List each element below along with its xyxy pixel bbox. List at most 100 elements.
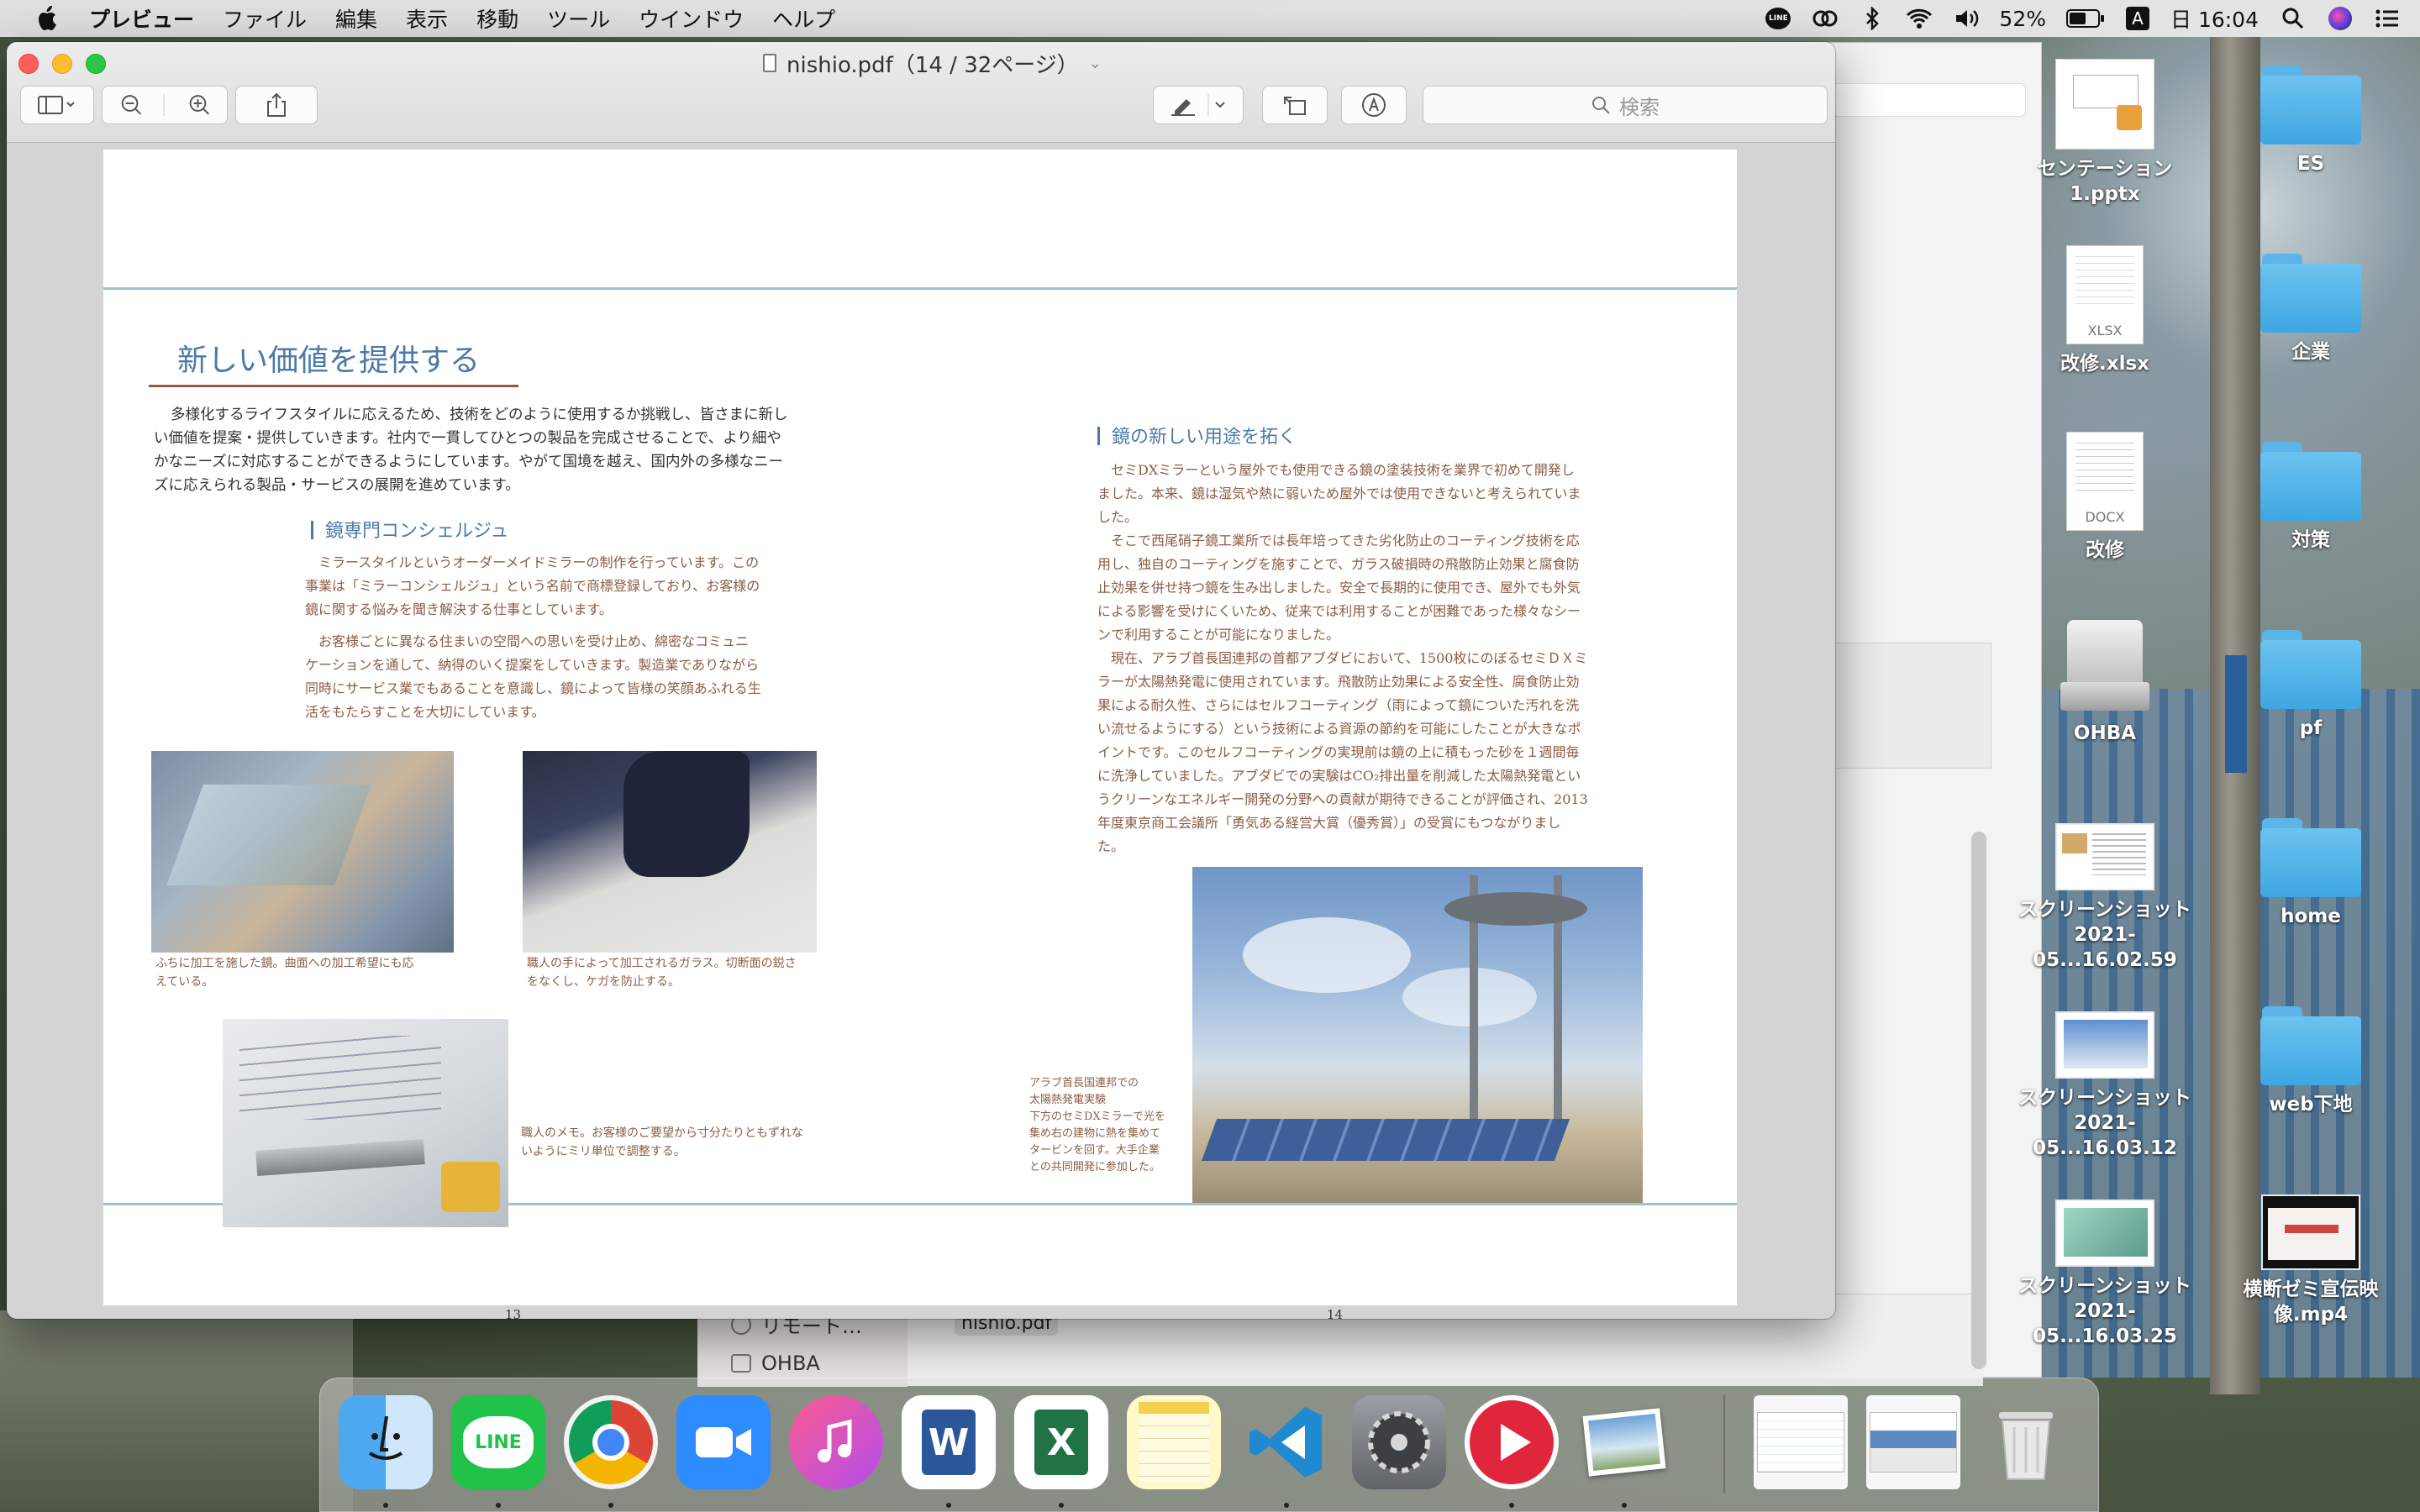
menu-file[interactable]: ファイル [223, 3, 307, 34]
sidebar-item-ohba[interactable]: OHBA [731, 1352, 820, 1375]
text-line: ケーションを通して、納得のいく提案をしていきます。製造業でありながら [305, 657, 760, 673]
rotate-button[interactable] [1262, 86, 1328, 124]
notes-icon[interactable] [1127, 1395, 1221, 1489]
desktop-folder-pf[interactable]: pf [2223, 630, 2399, 741]
desktop-folder-label: 企業 [2291, 341, 2330, 363]
spotlight-search-icon[interactable] [2279, 6, 2307, 31]
markup-pen-icon [1362, 93, 1386, 117]
dock: LINE W X [319, 1378, 2099, 1512]
zoom-window-button[interactable] [86, 54, 106, 74]
folder-icon [2260, 66, 2361, 144]
finder-icon[interactable] [339, 1395, 433, 1489]
share-button[interactable] [235, 86, 318, 124]
desktop-folder-kigyo[interactable]: 企業 [2223, 254, 2399, 365]
xlsx-document-icon: XLSX [2066, 245, 2144, 344]
menu-tools[interactable]: ツール [547, 3, 610, 34]
markup-highlight-button[interactable] [1153, 86, 1244, 124]
text-line: 年度東京商工会議所「勇気ある経営大賞（優秀賞）」の受賞にもつながりまし [1097, 815, 1561, 831]
text-line: ミラースタイルというオーダーメイドミラーの制作を行っています。この [318, 554, 760, 570]
markup-toolbar-button[interactable] [1341, 86, 1407, 124]
minimize-window-button[interactable] [52, 54, 72, 74]
text-line: 活をもたらすことを大切にしています。 [305, 704, 545, 720]
screenshot-thumbnail-icon [2055, 823, 2154, 890]
desktop-screenshot-3[interactable]: スクリーンショット 2021-05...16.03.25 [2017, 1200, 2193, 1349]
battery-percent[interactable]: 52% [1999, 7, 2046, 31]
preview-window[interactable]: nishio.pdf（14 / 32ページ） ⌄ 検索 新しい価値を提供する 多… [7, 42, 1835, 1319]
folder-icon [2260, 630, 2361, 709]
finder-window-icon[interactable] [1754, 1395, 1848, 1489]
new-uses-paragraph-2: そこで西尾硝子鏡工業所では長年培ってきた劣化防止のコーティング技術を応 用し、独… [1097, 529, 1652, 647]
trash-icon[interactable] [1979, 1395, 2073, 1489]
text-line: 止効果を併せ持つ鏡を生み出しました。安全で長期的に使用でき、屋外でも外気 [1097, 580, 1581, 596]
menu-go[interactable]: 移動 [476, 3, 518, 34]
desktop-file-label: 横断ゼミ宣伝映 像.mp4 [2243, 1278, 2379, 1326]
desktop-folder-home[interactable]: home [2223, 818, 2399, 929]
system-preferences-icon[interactable] [1352, 1395, 1446, 1489]
screen-recorder-icon[interactable] [1465, 1395, 1559, 1489]
menu-app-name[interactable]: プレビュー [89, 3, 194, 34]
input-source-icon[interactable]: A [2123, 6, 2152, 31]
pdf-page-spread[interactable]: 新しい価値を提供する 多様化するライフスタイルに応えるため、技術をどのように使用… [103, 150, 1737, 1319]
desktop-folder-taisaku[interactable]: 対策 [2223, 442, 2399, 553]
finder-scrollbar[interactable] [1971, 832, 1986, 1369]
line-status-icon[interactable]: LINE [1764, 6, 1792, 31]
apple-menu-icon[interactable] [35, 5, 60, 32]
menu-view[interactable]: 表示 [406, 3, 448, 34]
zoom-in-icon[interactable] [165, 92, 227, 118]
menu-edit[interactable]: 編集 [335, 3, 377, 34]
creative-cloud-icon[interactable] [1811, 6, 1839, 31]
menu-window[interactable]: ウインドウ [639, 3, 744, 34]
vscode-icon[interactable] [1239, 1395, 1334, 1489]
share-icon [267, 92, 286, 117]
zoom-out-icon[interactable] [103, 92, 165, 118]
folder-icon [2260, 442, 2361, 521]
preview-icon[interactable] [1577, 1395, 1671, 1489]
menu-help[interactable]: ヘルプ [772, 3, 835, 34]
notification-center-icon[interactable] [2373, 6, 2402, 31]
line-icon[interactable]: LINE [451, 1395, 545, 1489]
craftsman-memo-photo [223, 1019, 508, 1227]
desktop-file-mp4[interactable]: 横断ゼミ宣伝映 像.mp4 [2223, 1194, 2399, 1327]
wifi-icon[interactable] [1905, 6, 1933, 31]
text-line: い流せるようにする）という技術による資源の節約を可能にしたことが大きなポ [1097, 721, 1581, 737]
desktop-folder-web[interactable]: web下地 [2223, 1006, 2399, 1117]
screen-capture-icon[interactable] [1866, 1395, 1960, 1489]
word-icon[interactable]: W [902, 1395, 996, 1489]
text-line: 集め右の建物に熱を集めて [1029, 1127, 1161, 1140]
chevron-down-icon[interactable]: ⌄ [1089, 55, 1102, 72]
window-title[interactable]: nishio.pdf（14 / 32ページ） ⌄ [763, 49, 1102, 78]
music-icon[interactable] [789, 1395, 883, 1489]
sidebar-toggle-button[interactable] [20, 86, 94, 124]
text-line: 太陽熱発電実験 [1029, 1094, 1107, 1106]
desktop-file-label: センテーション 1.pptx [2037, 158, 2173, 205]
excel-icon[interactable]: X [1014, 1395, 1108, 1489]
screenshot-thumbnail-icon [2055, 1200, 2154, 1267]
zoom-icon[interactable] [676, 1395, 771, 1489]
battery-icon[interactable] [2066, 6, 2105, 31]
folder-icon [2260, 254, 2361, 333]
intro-paragraph: 多様化するライフスタイルに応えるため、技術をどのように使用するか挑戦し、皆さまに… [154, 403, 843, 497]
desktop-file-pptx[interactable]: センテーション 1.pptx [2017, 59, 2193, 207]
background-window-small[interactable] [1823, 643, 1991, 769]
mirror-edge-photo [151, 751, 454, 953]
caption-mirror-edge: ふちに加工を施した鏡。曲面への加工希望にも応 えている。 [155, 954, 458, 991]
menubar-clock[interactable]: 日 16:04 [2170, 3, 2259, 34]
background-search-field[interactable] [1833, 83, 2026, 117]
desktop-file-label: スクリーンショット 2021-05...16.03.12 [2018, 1087, 2191, 1159]
close-window-button[interactable] [18, 54, 39, 74]
text-line: た。 [1097, 838, 1125, 854]
concierge-paragraph-2: お客様ごとに異なる住まいの空間への思いを受け止め、綿密なコミュニ ケーションを通… [305, 630, 809, 724]
input-source-letter: A [2126, 7, 2149, 30]
desktop-drive-ohba[interactable]: OHBA [2017, 620, 2193, 746]
desktop-file-docx[interactable]: DOCX 改修 [2017, 432, 2193, 563]
search-input[interactable]: 検索 [1423, 86, 1828, 124]
volume-icon[interactable] [1952, 6, 1981, 31]
docx-document-icon: DOCX [2066, 432, 2144, 531]
siri-icon[interactable] [2326, 6, 2354, 31]
bluetooth-icon[interactable] [1858, 6, 1886, 31]
desktop-screenshot-2[interactable]: スクリーンショット 2021-05...16.03.12 [2017, 1011, 2193, 1161]
desktop-folder-es[interactable]: ES [2223, 66, 2399, 176]
desktop-file-xlsx[interactable]: XLSX 改修.xlsx [2017, 245, 2193, 376]
chrome-icon[interactable] [564, 1395, 658, 1489]
desktop-screenshot-1[interactable]: スクリーンショット 2021-05...16.02.59 [2017, 823, 2193, 973]
